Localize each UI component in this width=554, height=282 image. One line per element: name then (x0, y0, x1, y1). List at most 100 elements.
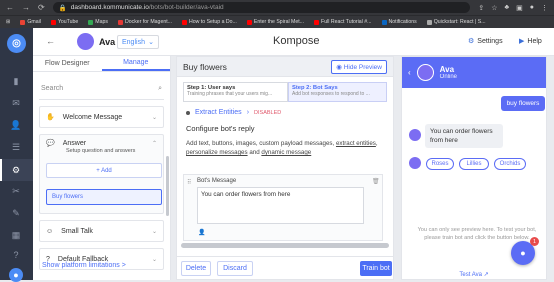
config-title: Configure bot's reply (186, 124, 255, 133)
tab-manage[interactable]: Manage (101, 56, 170, 71)
forward-icon[interactable]: → (22, 3, 30, 12)
wave-icon: ✋ (46, 114, 55, 121)
language-select[interactable]: English ⌄ (117, 35, 159, 49)
show-platform-limitations-link[interactable]: Show platform limitations > (42, 262, 126, 269)
settings-button[interactable]: ⚙ Settings (468, 37, 503, 46)
reports-icon[interactable]: ▦ (11, 230, 21, 240)
users-icon[interactable]: 👤 (10, 120, 21, 130)
apps-icon[interactable]: ⊞ (6, 19, 10, 25)
bookmark-docker[interactable]: Docker for Magent... (117, 19, 172, 25)
video-help-icon: ▶ (519, 38, 525, 45)
bookmark-react[interactable]: Full React Tutorial #... (314, 19, 372, 25)
star-icon[interactable]: ☆ (491, 4, 497, 12)
bookmark-notifications[interactable]: Notifications (381, 19, 417, 25)
test-bot-link[interactable]: Test Ava ↗ (402, 271, 546, 279)
personalize-icon[interactable]: 👤 (198, 229, 205, 236)
back-icon[interactable]: ← (6, 3, 14, 12)
personalize-messages-link[interactable]: personalize messages (186, 149, 248, 156)
url-host: dashboard.kommunicate.io (70, 4, 149, 11)
page-icon (426, 19, 432, 25)
back-arrow-icon[interactable]: ← (46, 36, 55, 46)
extract-entities-link[interactable]: extract entities (336, 140, 376, 147)
quick-reply-orchids[interactable]: Orchids (494, 158, 526, 170)
step-user-says[interactable]: Step 1: User says Training phrases that … (183, 82, 288, 102)
youtube-icon (50, 19, 56, 25)
trash-icon[interactable]: 🗑 (372, 178, 380, 185)
bot-message-label: Bot's Message (197, 178, 237, 184)
campaigns-icon[interactable]: ✎ (11, 208, 21, 218)
address-bar[interactable]: 🔒 dashboard.kommunicate.io/bots/bot-buil… (52, 2, 471, 13)
profile-icon[interactable]: ● (530, 4, 534, 12)
side-rail: ◎ ▮ ✉ 👤 ☰ ⚙ ✂ ✎ ▦ ? ● (0, 28, 33, 282)
video-icon (181, 19, 187, 25)
bot-icon[interactable]: ☰ (11, 142, 21, 152)
preview-bot-status: Online (439, 74, 458, 80)
conversations-icon[interactable]: ✉ (11, 98, 21, 108)
url-path: /bots/bot-builder/ava-vtaid (148, 4, 224, 11)
bot-message-card: ⠿ Bot's Message 🗑 You can order flowers … (183, 174, 383, 241)
extensions-icon[interactable]: ♣ (505, 4, 510, 12)
user-message-bubble: buy flowers (501, 96, 545, 111)
chat-bubbles-icon: 💬 (46, 140, 55, 147)
tab-flow-designer[interactable]: Flow Designer (33, 56, 102, 71)
menu-icon[interactable]: ⋮ (541, 4, 548, 12)
chevron-up-icon[interactable]: ⌃ (152, 140, 157, 147)
linkedin-icon (381, 19, 387, 25)
share-icon[interactable]: ⇪ (478, 4, 484, 12)
bookmark-youtube[interactable]: YouTube (50, 19, 78, 25)
drag-handle-icon[interactable]: ⠿ (187, 179, 191, 186)
train-bot-button[interactable]: Train bot (360, 261, 392, 276)
answer-subtitle: Setup question and answers (66, 148, 136, 154)
lock-icon: 🔒 (58, 4, 67, 12)
reload-icon[interactable]: ⟳ (38, 3, 45, 12)
bookmark-maps[interactable]: Maps (88, 19, 108, 25)
help-center-icon[interactable]: ? (11, 250, 21, 260)
hide-preview-button[interactable]: ◉ Hide Preview (331, 59, 387, 74)
chevron-down-icon: ⌄ (151, 114, 157, 121)
bookmark-gmail[interactable]: Gmail (20, 19, 41, 25)
chat-icon: ● (520, 248, 526, 258)
gmail-icon (20, 19, 26, 25)
intent-welcome-message[interactable]: ✋ Welcome Message ⌄ (39, 106, 164, 128)
quick-reply-lillies[interactable]: Lillies (459, 158, 489, 170)
editor-footer: Delete Discard Train bot (177, 256, 393, 279)
browser-toolbar: ← → ⟳ 🔒 dashboard.kommunicate.io/bots/bo… (0, 0, 554, 15)
gear-icon: ⚙ (468, 38, 475, 45)
bot-message-input[interactable]: You can order flowers from here (197, 187, 364, 224)
intents-panel: Flow Designer Manage Search ⌕ ✋ Welcome … (33, 56, 171, 280)
intent-answer: 💬 Answer ⌃ Setup question and answers + … (39, 134, 164, 214)
analytics-icon[interactable]: ▮ (11, 76, 21, 86)
quick-reply-roses[interactable]: Roses (426, 158, 454, 170)
discard-button[interactable]: Discard (217, 261, 253, 276)
kommunicate-logo-icon[interactable]: ◎ (7, 34, 26, 53)
preview-bot-avatar (416, 64, 434, 81)
bot-integration-icon[interactable]: ⚙ (11, 165, 21, 175)
bookmark-spiral[interactable]: Enter the Spiral Met... (246, 19, 304, 25)
puzzle-icon[interactable]: ▣ (516, 4, 523, 12)
horizontal-scrollbar[interactable] (181, 243, 389, 248)
chevron-left-icon[interactable]: ‹ (408, 68, 411, 77)
bookmark-quickstart[interactable]: Quickstart: React | S... (426, 19, 486, 25)
step-bot-says[interactable]: Step 2: Bot Says Add bot responses to re… (288, 82, 387, 102)
config-description: Add text, buttons, images, custom payloa… (186, 140, 378, 156)
video-icon (314, 19, 320, 25)
search-input[interactable]: Search ⌕ (39, 78, 164, 100)
bot-avatar (77, 33, 94, 50)
scrollbar[interactable] (166, 156, 169, 216)
help-button[interactable]: ▶ Help (519, 37, 542, 46)
answer-item-buy-flowers[interactable]: Buy flowers (46, 189, 162, 205)
integrations-icon[interactable]: ✂ (11, 186, 21, 196)
extract-entities-toggle[interactable]: Extract Entities (195, 109, 242, 116)
eye-icon: ◉ (336, 63, 344, 71)
bot-avatar-small (409, 157, 421, 169)
bookmark-setup[interactable]: How to Setup a Do... (181, 19, 237, 25)
dynamic-message-link[interactable]: dynamic message (261, 149, 311, 156)
app-title: Kompose (273, 35, 320, 47)
add-answer-button[interactable]: + Add (46, 163, 162, 178)
preview-bot-name: Ava (439, 65, 455, 74)
delete-button[interactable]: Delete (181, 261, 211, 276)
intent-small-talk[interactable]: ☺ Small Talk ⌄ (39, 220, 164, 242)
preview-note: You can only see preview here. To test y… (417, 227, 537, 241)
chevron-down-icon: ⌄ (151, 256, 157, 263)
entities-status-badge: DISABLED (254, 109, 282, 116)
